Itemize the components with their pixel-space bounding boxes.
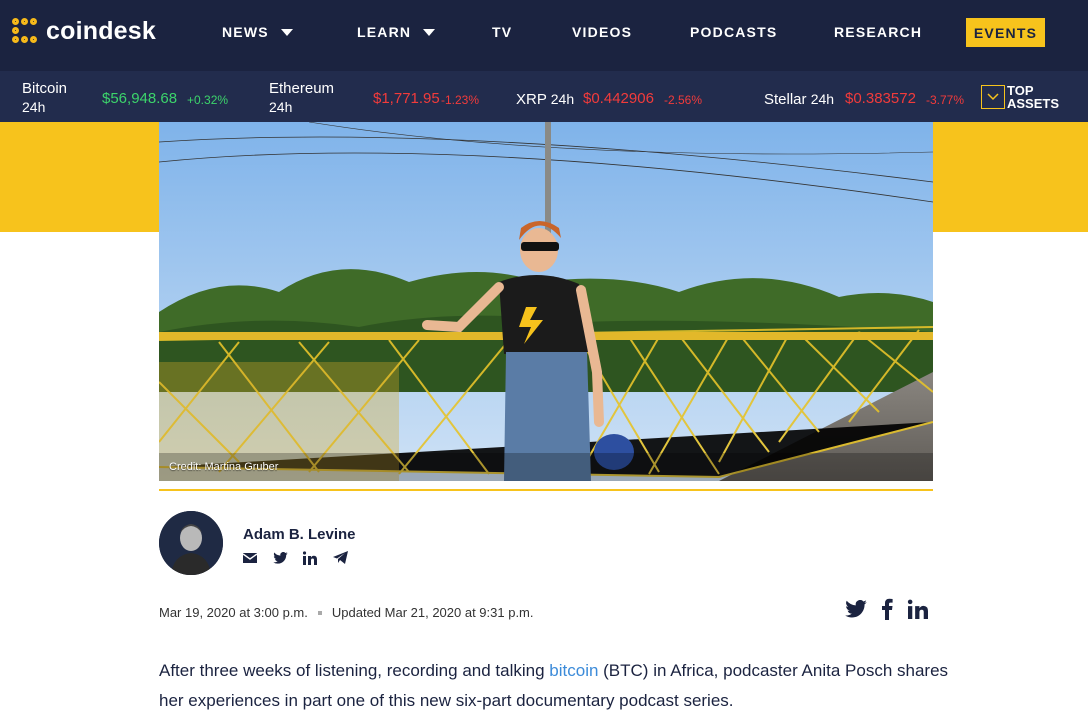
- nav-research-label: RESEARCH: [834, 24, 923, 40]
- hero-divider: [159, 489, 933, 491]
- coindesk-logo[interactable]: coindesk: [12, 15, 156, 47]
- photo-credit: Credit: Martina Gruber: [169, 461, 279, 473]
- linkedin-icon[interactable]: [302, 551, 321, 567]
- ticker-price: $0.383572: [845, 90, 916, 107]
- nav-videos[interactable]: VIDEOS: [572, 24, 632, 40]
- chevron-down-icon: [280, 28, 293, 36]
- nav-learn-label: LEARN: [357, 24, 412, 40]
- top-assets-line2: ASSETS: [1007, 96, 1060, 111]
- ticker-price: $1,771.95: [373, 90, 440, 107]
- share-buttons: [845, 598, 929, 625]
- facebook-icon[interactable]: [881, 598, 893, 625]
- nav-tv-label: TV: [492, 24, 513, 40]
- nav-podcasts[interactable]: PODCASTS: [690, 24, 777, 40]
- telegram-icon[interactable]: [333, 551, 351, 567]
- nav-news[interactable]: NEWS: [222, 24, 293, 40]
- ticker-period: 24h: [810, 91, 835, 107]
- chevron-down-icon: [423, 28, 436, 36]
- top-assets-label[interactable]: TOP ASSETS: [1007, 84, 1059, 110]
- events-button[interactable]: EVENTS: [966, 18, 1045, 47]
- twitter-icon[interactable]: [845, 599, 867, 623]
- bitcoin-link[interactable]: bitcoin: [549, 661, 598, 680]
- ticker-change: -3.77%: [926, 93, 965, 107]
- ticker-name: Bitcoin: [22, 80, 68, 97]
- hero-image: [159, 122, 933, 481]
- updated-date: Updated Mar 21, 2020 at 9:31 p.m.: [331, 605, 534, 620]
- ticker-xrp[interactable]: XRP 24h: [516, 90, 574, 109]
- ticker-name: Stellar: [764, 91, 807, 108]
- separator-dot: [317, 610, 322, 615]
- author-name[interactable]: Adam B. Levine: [243, 526, 356, 543]
- ticker-period: 24h: [550, 91, 575, 107]
- article-intro: After three weeks of listening, recordin…: [159, 656, 949, 716]
- ticker-name: Ethereum: [269, 80, 335, 97]
- ticker-change: -2.56%: [664, 93, 703, 107]
- linkedin-icon[interactable]: [907, 599, 929, 624]
- published-date: Mar 19, 2020 at 3:00 p.m.: [159, 605, 308, 620]
- chevron-down-icon: [987, 93, 999, 101]
- coindesk-logo-icon: [12, 18, 38, 44]
- author-avatar[interactable]: [159, 511, 223, 575]
- ticker-change: +0.32%: [187, 93, 229, 107]
- nav-podcasts-label: PODCASTS: [690, 24, 778, 40]
- author-social-links: [242, 551, 351, 567]
- nav-research[interactable]: RESEARCH: [834, 24, 922, 40]
- price-ticker: Bitcoin 24h $56,948.68 +0.32% Ethereum 2…: [0, 71, 1088, 122]
- logo-text: coindesk: [46, 16, 156, 45]
- hero-photo-illustration: [159, 122, 933, 481]
- top-assets-toggle[interactable]: [981, 85, 1005, 109]
- author-portrait-icon: [159, 511, 223, 575]
- ticker-price: $56,948.68: [102, 90, 178, 107]
- top-navigation-bar: coindesk NEWS LEARN TV VIDEOS PODCASTS R…: [0, 0, 1088, 71]
- ticker-period: 24h: [22, 99, 46, 115]
- ticker-bitcoin[interactable]: Bitcoin 24h: [22, 80, 67, 116]
- article-dateline: Mar 19, 2020 at 3:00 p.m. Updated Mar 21,…: [159, 605, 534, 620]
- email-icon[interactable]: [242, 551, 261, 567]
- twitter-icon[interactable]: [273, 551, 291, 567]
- ticker-name: XRP: [516, 91, 547, 108]
- ticker-period: 24h: [269, 99, 293, 115]
- nav-videos-label: VIDEOS: [572, 24, 633, 40]
- ticker-stellar[interactable]: Stellar 24h: [764, 90, 834, 109]
- nav-news-label: NEWS: [222, 24, 269, 40]
- ticker-price: $0.442906: [583, 90, 654, 107]
- intro-text-before: After three weeks of listening, recordin…: [159, 661, 550, 680]
- nav-tv[interactable]: TV: [492, 24, 512, 40]
- nav-learn[interactable]: LEARN: [357, 24, 436, 40]
- ticker-change: -1.23%: [441, 93, 480, 107]
- ticker-ethereum[interactable]: Ethereum 24h: [269, 80, 334, 116]
